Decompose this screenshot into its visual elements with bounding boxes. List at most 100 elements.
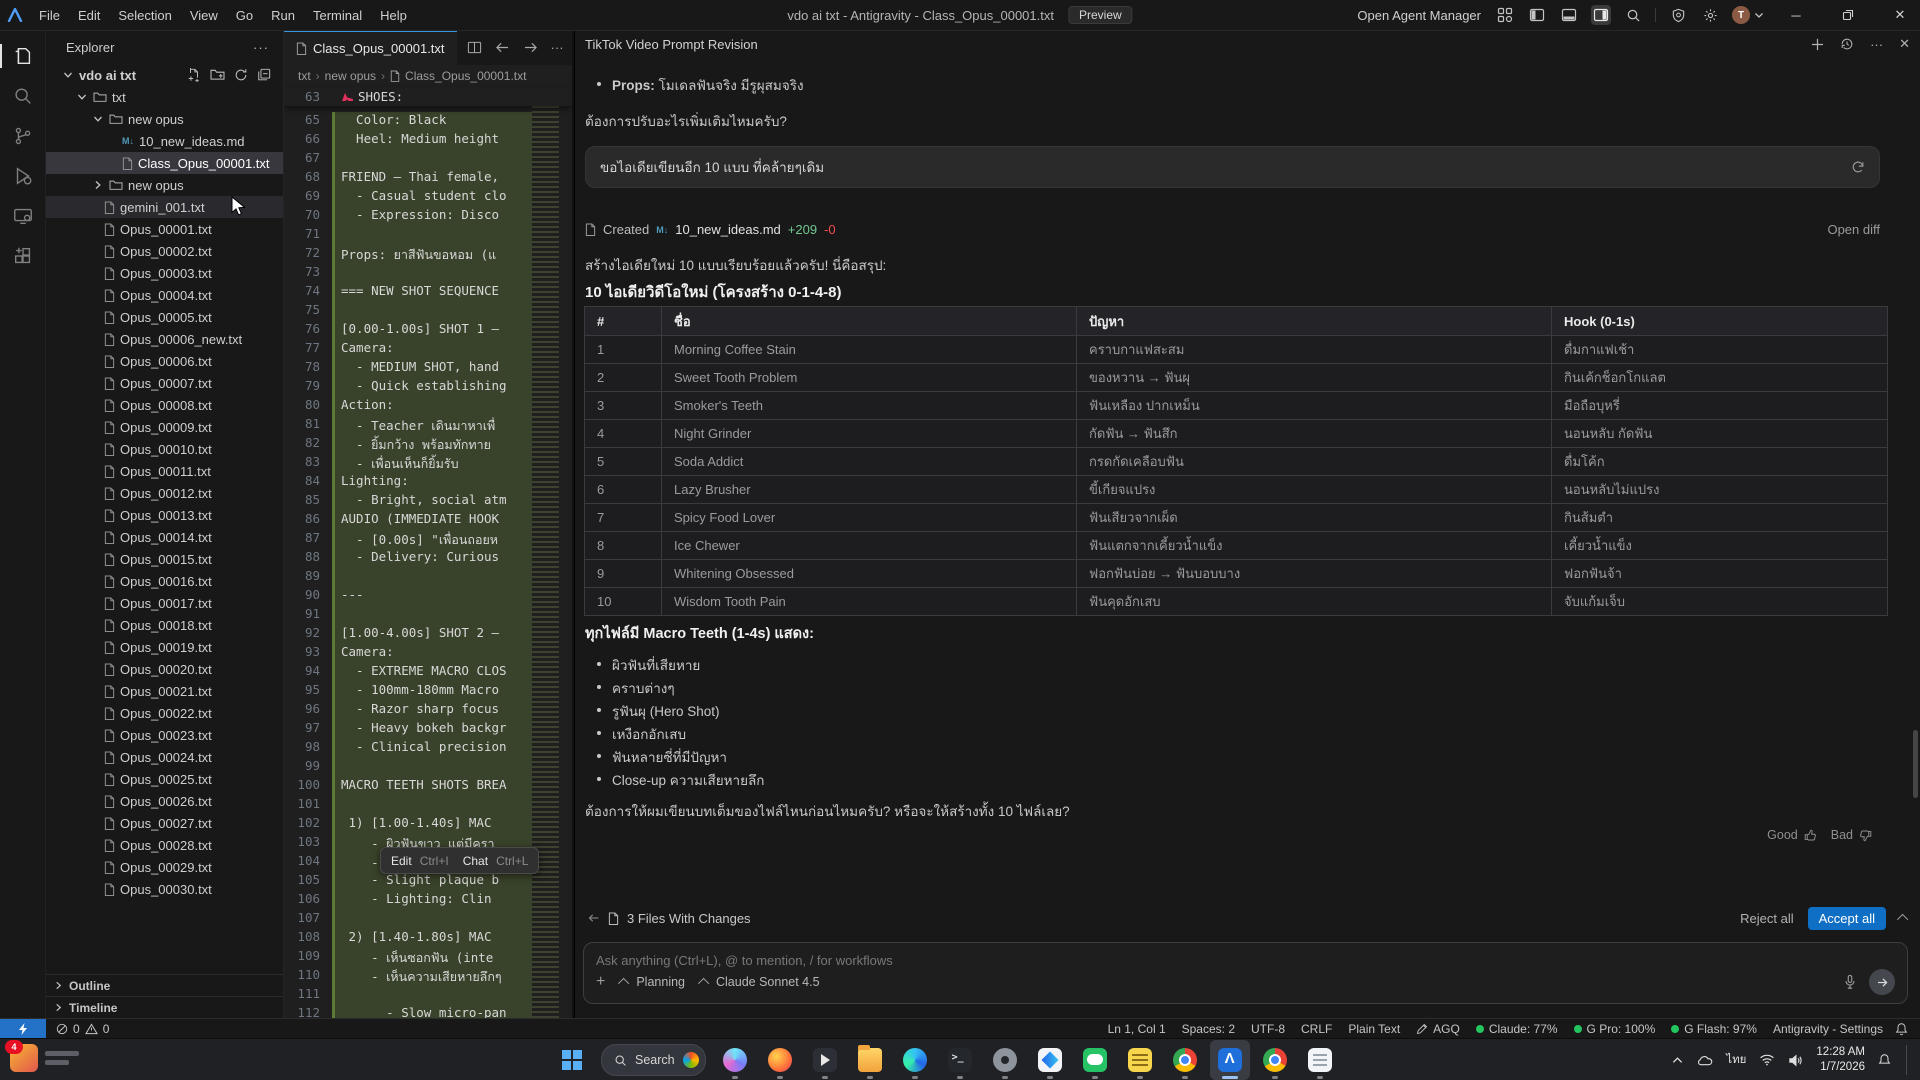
code-line-91[interactable]: 91 <box>284 606 572 625</box>
code-line-101[interactable]: 101 <box>284 796 572 815</box>
user-message[interactable]: ขอไอเดียเขียนอีก 10 แบบ ที่คล้ายๆเดิม <box>585 146 1880 188</box>
tab-class-opus-00001[interactable]: Class_Opus_00001.txt <box>284 30 457 65</box>
sidebar-item-opus-00016-txt[interactable]: Opus_00016.txt <box>46 570 283 592</box>
breadcrumb[interactable]: txt› new opus› Class_Opus_00001.txt <box>284 65 572 87</box>
status-claude-77[interactable]: Claude: 77% <box>1476 1022 1558 1036</box>
remote-indicator[interactable] <box>0 1019 46 1039</box>
sidebar-item-opus-00020-txt[interactable]: Opus_00020.txt <box>46 658 283 680</box>
code-line-93[interactable]: 93Camera: <box>284 644 572 663</box>
code-line-83[interactable]: 83 - เพื่อนเห็นก็ยิ้มรับ <box>284 454 572 473</box>
agent-layout-icon[interactable] <box>1495 5 1515 25</box>
show-desktop-button[interactable] <box>1906 1045 1910 1075</box>
reject-all-button[interactable]: Reject all <box>1740 911 1793 926</box>
sidebar-item-txt[interactable]: txt <box>46 86 283 108</box>
sidebar-item-opus-00017-txt[interactable]: Opus_00017.txt <box>46 592 283 614</box>
sidebar-item-opus-00030-txt[interactable]: Opus_00030.txt <box>46 878 283 900</box>
remote-explorer-icon[interactable] <box>4 196 42 236</box>
breadcrumb-item[interactable]: txt <box>298 69 311 83</box>
code-line-65[interactable]: 65 Color: Black <box>284 112 572 131</box>
status-agq[interactable]: AGQ <box>1416 1022 1460 1036</box>
sidebar-item-opus-00003-txt[interactable]: Opus_00003.txt <box>46 262 283 284</box>
run-debug-icon[interactable] <box>4 156 42 196</box>
menu-help[interactable]: Help <box>371 5 416 26</box>
status-g-pro-100[interactable]: G Pro: 100% <box>1574 1022 1656 1036</box>
sidebar-item-gemini-001-txt[interactable]: gemini_001.txt <box>46 196 283 218</box>
bad-button[interactable]: Bad <box>1831 828 1853 842</box>
editor-more-actions-icon[interactable]: ··· <box>551 40 564 55</box>
sidebar-item-opus-00022-txt[interactable]: Opus_00022.txt <box>46 702 283 724</box>
notifications-bell-icon[interactable] <box>1895 1022 1920 1036</box>
close-panel-icon[interactable]: ✕ <box>1899 36 1910 52</box>
menu-view[interactable]: View <box>181 5 227 26</box>
menu-edit[interactable]: Edit <box>69 5 109 26</box>
code-line-78[interactable]: 78 - MEDIUM SHOT, hand <box>284 359 572 378</box>
code-line-79[interactable]: 79 - Quick establishing <box>284 378 572 397</box>
sidebar-item-opus-00010-txt[interactable]: Opus_00010.txt <box>46 438 283 460</box>
new-file-icon[interactable] <box>187 68 201 82</box>
code-line-100[interactable]: 100MACRO TEETH SHOTS BREA <box>284 777 572 796</box>
taskbar-app-notes[interactable] <box>1120 1040 1160 1080</box>
start-button[interactable] <box>552 1040 592 1080</box>
files-changes-label[interactable]: 3 Files With Changes <box>627 911 751 926</box>
code-line-76[interactable]: 76[0.00-1.00s] SHOT 1 — <box>284 321 572 340</box>
code-line-108[interactable]: 108 2) [1.40-1.80s] MAC <box>284 929 572 948</box>
code-line-68[interactable]: 68FRIEND — Thai female, <box>284 169 572 188</box>
search-icon[interactable] <box>1623 5 1643 25</box>
navigate-forward-icon[interactable] <box>523 41 538 54</box>
taskbar-app-notepad[interactable] <box>1300 1040 1340 1080</box>
sidebar-item-opus-00024-txt[interactable]: Opus_00024.txt <box>46 746 283 768</box>
taskbar-app-media[interactable] <box>805 1040 845 1080</box>
collapse-files-icon[interactable] <box>1897 914 1908 925</box>
thumbs-down-icon[interactable] <box>1859 829 1872 842</box>
code-line-107[interactable]: 107 <box>284 910 572 929</box>
search-sidebar-icon[interactable] <box>4 76 42 116</box>
sidebar-item-opus-00006-txt[interactable]: Opus_00006.txt <box>46 350 283 372</box>
code-line-109[interactable]: 109 - เห็นซอกฟัน (inte <box>284 948 572 967</box>
code-editor[interactable]: 63 SHOES: 65 Color: Black66 Heel: Medium… <box>284 87 572 1018</box>
model-selector[interactable]: Claude Sonnet 4.5 <box>701 975 820 989</box>
menu-file[interactable]: File <box>30 5 69 26</box>
code-line-87[interactable]: 87 - [0.00s] "เพื่อนถอยห <box>284 530 572 549</box>
code-line-73[interactable]: 73 <box>284 264 572 283</box>
code-line-67[interactable]: 67 <box>284 150 572 169</box>
sidebar-item-10-new-ideas-md[interactable]: M↓10_new_ideas.md <box>46 130 283 152</box>
toggle-secondary-sidebar-icon[interactable] <box>1591 5 1611 25</box>
good-button[interactable]: Good <box>1767 828 1798 842</box>
keyboard-language[interactable]: ไทย <box>1726 1051 1746 1069</box>
taskbar-app-settings[interactable] <box>985 1040 1025 1080</box>
code-line-94[interactable]: 94 - EXTREME MACRO CLOS <box>284 663 572 682</box>
code-line-99[interactable]: 99 <box>284 758 572 777</box>
sidebar-item-opus-00001-txt[interactable]: Opus_00001.txt <box>46 218 283 240</box>
code-line-92[interactable]: 92[1.00-4.00s] SHOT 2 — <box>284 625 572 644</box>
widgets-button[interactable]: 4 <box>10 1044 79 1072</box>
timeline-section[interactable]: Timeline <box>46 996 283 1018</box>
mode-selector[interactable]: Planning <box>621 975 685 989</box>
prev-file-icon[interactable] <box>587 912 600 924</box>
status-ln-1-col-1[interactable]: Ln 1, Col 1 <box>1108 1022 1166 1036</box>
code-line-106[interactable]: 106 - Lighting: Clin <box>284 891 572 910</box>
minimap[interactable] <box>532 106 559 1018</box>
menu-run[interactable]: Run <box>262 5 304 26</box>
status-crlf[interactable]: CRLF <box>1301 1022 1332 1036</box>
sidebar-item-opus-00008-txt[interactable]: Opus_00008.txt <box>46 394 283 416</box>
status-plain-text[interactable]: Plain Text <box>1348 1022 1400 1036</box>
sidebar-item-opus-00005-txt[interactable]: Opus_00005.txt <box>46 306 283 328</box>
split-editor-icon[interactable] <box>467 40 482 55</box>
sidebar-item-opus-00013-txt[interactable]: Opus_00013.txt <box>46 504 283 526</box>
account-menu[interactable]: T <box>1732 6 1764 24</box>
history-icon[interactable] <box>1840 37 1854 51</box>
thumbs-up-icon[interactable] <box>1804 829 1817 842</box>
sidebar-item-opus-00025-txt[interactable]: Opus_00025.txt <box>46 768 283 790</box>
taskbar-app-terminal[interactable] <box>940 1040 980 1080</box>
sidebar-item-opus-00009-txt[interactable]: Opus_00009.txt <box>46 416 283 438</box>
inline-chat-button[interactable]: Chat <box>463 854 488 868</box>
code-line-88[interactable]: 88 - Delivery: Curious <box>284 549 572 568</box>
taskbar-clock[interactable]: 12:28 AM 1/7/2026 <box>1816 1045 1865 1075</box>
sidebar-item-class-opus-00001-txt[interactable]: Class_Opus_00001.txt <box>46 152 283 174</box>
new-conversation-icon[interactable] <box>1811 38 1824 51</box>
sidebar-item-opus-00006-new-txt[interactable]: Opus_00006_new.txt <box>46 328 283 350</box>
code-line-69[interactable]: 69 - Casual student clo <box>284 188 572 207</box>
sticky-scroll-line[interactable]: 63 SHOES: <box>284 87 572 106</box>
taskbar-app-line[interactable] <box>1075 1040 1115 1080</box>
new-folder-icon[interactable] <box>210 68 225 82</box>
